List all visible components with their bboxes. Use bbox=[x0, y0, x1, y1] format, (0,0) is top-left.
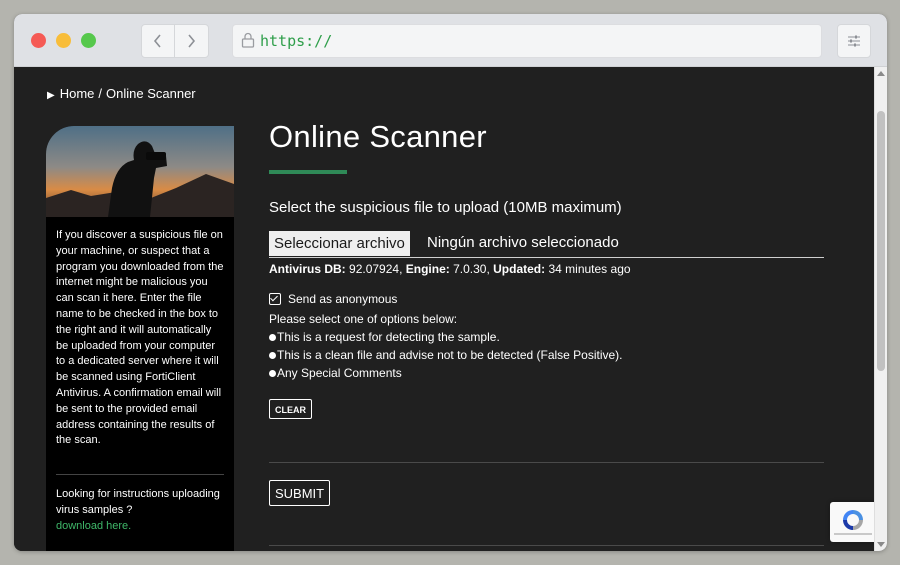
navigation-buttons bbox=[141, 24, 209, 58]
radio-button[interactable] bbox=[269, 333, 276, 341]
upload-label: Select the suspicious file to upload (10… bbox=[269, 199, 622, 216]
form-divider bbox=[269, 462, 824, 463]
sidebar-help-text: Looking for instructions uploading virus… bbox=[56, 488, 220, 516]
antivirus-info: Antivirus DB: 92.07924, Engine: 7.0.30, … bbox=[269, 262, 631, 276]
file-status: Ningún archivo seleccionado bbox=[427, 234, 619, 251]
browser-window: https:// ▶ Home / Online Scanner If you … bbox=[14, 14, 887, 551]
sidebar-hero-image bbox=[46, 126, 234, 217]
recaptcha-icon bbox=[843, 510, 863, 530]
browser-toolbar: https:// bbox=[14, 14, 887, 67]
file-input: Seleccionar archivo Ningún archivo selec… bbox=[269, 230, 824, 258]
page-title: Online Scanner bbox=[269, 119, 487, 154]
scroll-thumb[interactable] bbox=[877, 111, 885, 371]
scroll-down-arrow[interactable] bbox=[877, 542, 885, 547]
sidebar-help: Looking for instructions uploading virus… bbox=[56, 487, 226, 534]
scroll-up-arrow[interactable] bbox=[877, 71, 885, 76]
forward-button[interactable] bbox=[175, 25, 207, 57]
option-detect-request[interactable]: This is a request for detecting the samp… bbox=[269, 330, 500, 344]
sidebar-divider bbox=[56, 474, 224, 475]
close-window-button[interactable] bbox=[31, 33, 46, 48]
antivirus-db-label: Antivirus DB: bbox=[269, 262, 346, 276]
breadcrumb-home-link[interactable]: Home bbox=[60, 86, 95, 101]
recaptcha-links bbox=[834, 533, 872, 535]
updated-value: 34 minutes ago bbox=[548, 262, 631, 276]
sidebar: If you discover a suspicious file on you… bbox=[46, 126, 234, 551]
anonymous-label: Send as anonymous bbox=[288, 292, 398, 306]
updated-label: Updated: bbox=[493, 262, 546, 276]
minimize-window-button[interactable] bbox=[56, 33, 71, 48]
engine-value: 7.0.30, bbox=[453, 262, 490, 276]
maximize-window-button[interactable] bbox=[81, 33, 96, 48]
page-content: ▶ Home / Online Scanner If you discover … bbox=[14, 67, 874, 551]
lock-icon bbox=[241, 32, 255, 48]
choose-file-button[interactable]: Seleccionar archivo bbox=[269, 231, 410, 256]
title-underline bbox=[269, 170, 347, 174]
option-false-positive[interactable]: This is a clean file and advise not to b… bbox=[269, 348, 623, 362]
chevron-left-icon bbox=[153, 34, 161, 48]
options-prompt: Please select one of options below: bbox=[269, 312, 458, 326]
scrollbar[interactable] bbox=[874, 67, 887, 551]
browser-menu-button[interactable] bbox=[837, 24, 871, 58]
antivirus-db-value: 92.07924, bbox=[349, 262, 403, 276]
option-label: Any Special Comments bbox=[277, 366, 402, 380]
submit-button[interactable]: SUBMIT bbox=[269, 480, 331, 506]
clear-button[interactable]: CLEAR bbox=[269, 399, 312, 419]
anonymous-checkbox[interactable] bbox=[269, 293, 281, 305]
settings-sliders-icon bbox=[848, 35, 860, 47]
radio-button[interactable] bbox=[269, 351, 276, 359]
back-button[interactable] bbox=[142, 25, 175, 57]
breadcrumb: ▶ Home / Online Scanner bbox=[47, 86, 196, 101]
download-link[interactable]: download here. bbox=[56, 519, 226, 535]
breadcrumb-arrow: ▶ bbox=[47, 90, 55, 101]
address-bar[interactable]: https:// bbox=[232, 24, 822, 58]
engine-label: Engine: bbox=[405, 262, 450, 276]
option-label: This is a clean file and advise not to b… bbox=[277, 348, 623, 362]
form-divider-bottom bbox=[269, 545, 824, 546]
breadcrumb-current: Online Scanner bbox=[106, 86, 196, 101]
anonymous-option: Send as anonymous bbox=[269, 292, 397, 306]
url-text: https:// bbox=[260, 32, 333, 50]
chevron-right-icon bbox=[188, 34, 196, 48]
recaptcha-badge[interactable] bbox=[830, 502, 874, 542]
radio-button[interactable] bbox=[269, 369, 276, 377]
option-label: This is a request for detecting the samp… bbox=[277, 330, 500, 344]
sidebar-description: If you discover a suspicious file on you… bbox=[56, 229, 224, 447]
breadcrumb-separator: / bbox=[98, 86, 103, 101]
option-special-comments[interactable]: Any Special Comments bbox=[269, 366, 402, 380]
